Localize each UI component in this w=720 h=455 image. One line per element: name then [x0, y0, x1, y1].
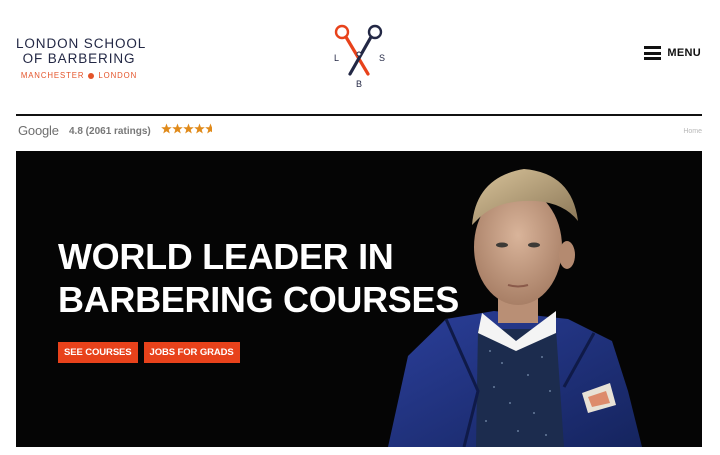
site-header: LONDON SCHOOL OF BARBERING MANCHESTER LO… — [0, 0, 720, 114]
see-courses-button[interactable]: SEE COURSES — [58, 342, 138, 363]
hero-headline-line-2: BARBERING COURSES — [58, 279, 459, 320]
brand-line-1: LONDON SCHOOL — [16, 36, 147, 51]
menu-button[interactable]: MENU — [644, 46, 701, 60]
brand-wordmark[interactable]: LONDON SCHOOL OF BARBERING MANCHESTER LO… — [16, 36, 147, 80]
location-manchester: MANCHESTER — [20, 71, 85, 80]
hero-cta-group: SEE COURSES JOBS FOR GRADS — [58, 342, 240, 363]
logo-letter-l: L — [334, 53, 340, 63]
hero-headline: WORLD LEADER IN BARBERING COURSES — [58, 235, 459, 321]
location-london: LONDON — [98, 71, 138, 80]
rating-bar: Google 4.8 (2061 ratings) Home — [16, 116, 702, 150]
stars-icon — [161, 123, 212, 134]
hero-banner: WORLD LEADER IN BARBERING COURSES SEE CO… — [16, 151, 702, 447]
rating-score: 4.8 (2061 ratings) — [69, 126, 151, 137]
logo-letter-s: S — [379, 53, 386, 63]
star-rating-icon — [161, 123, 217, 138]
hamburger-icon — [644, 46, 662, 60]
hero-headline-line-1: WORLD LEADER IN — [58, 236, 394, 277]
google-logo[interactable]: Google — [18, 123, 59, 138]
brand-locations: MANCHESTER LONDON — [16, 71, 142, 80]
breadcrumb-home[interactable]: Home — [683, 128, 702, 135]
scissors-logo[interactable]: L S B — [328, 22, 392, 92]
menu-label: MENU — [667, 47, 701, 59]
logo-letter-b: B — [356, 79, 363, 89]
jobs-for-grads-button[interactable]: JOBS FOR GRADS — [143, 342, 240, 363]
brand-line-2: OF BARBERING — [22, 51, 136, 66]
location-separator-dot — [88, 72, 95, 79]
